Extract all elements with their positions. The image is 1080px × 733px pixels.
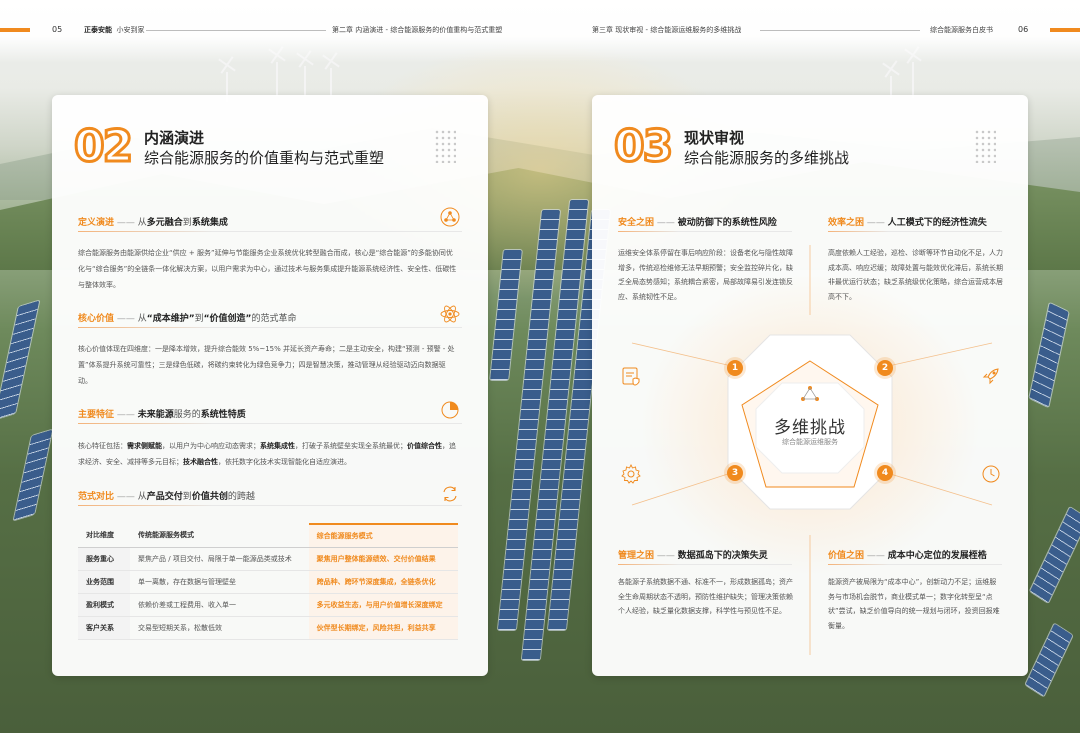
table-cell: 客户关系: [78, 616, 130, 640]
section-subtitle: 综合能源服务的多维挑战: [684, 149, 850, 167]
section-card-03: 03 现状审视 综合能源服务的多维挑战 多维挑战 综合能源运维服务 1 2 3 …: [592, 95, 1028, 676]
section-title: 内涵演进: [144, 129, 205, 147]
table-row: 服务重心 聚焦产品 / 项目交付、局限于单一能源品类或技术 聚焦用户整体能源绩效…: [78, 547, 458, 571]
topic-paragraph: 核心特征包括：需求侧赋能，以用户为中心响应动态需求；系统集成性，打破子系统壁垒实…: [78, 442, 456, 466]
table-row: 客户关系 交易型短期关系，松散低效 伙伴型长期绑定，风险共担，利益共享: [78, 616, 458, 640]
atom-icon: [440, 304, 460, 324]
table-cell: 交易型短期关系，松散低效: [130, 616, 309, 640]
table-header-row: 对比维度 传统能源服务模式 综合能源服务模式: [78, 523, 458, 548]
header-rule: [146, 30, 326, 31]
brand-name: 正泰安能 小安到家: [84, 26, 145, 34]
table-row: 盈利模式 依赖价差或工程费用、收入单一 多元收益生态，与用户价值增长深度绑定: [78, 593, 458, 617]
page-header: 05 正泰安能 小安到家 第二章 内涵演进 - 综合能源服务的价值重构与范式重塑…: [0, 0, 1080, 62]
quadrant-paragraph: 高度依赖人工经验，巡检、诊断等环节自动化不足，人力成本高、响应迟缓；故障处置与能…: [828, 249, 1003, 301]
left-chapter-label: 第二章 内涵演进 - 综合能源服务的价值重构与范式重塑: [332, 26, 503, 34]
table-cell: 盈利模式: [78, 593, 130, 617]
solar-panel-row: [13, 429, 53, 521]
header-rule: [760, 30, 920, 31]
shield-doc-icon: [620, 365, 642, 387]
wind-turbine: [330, 68, 332, 96]
topic-heading: 范式对比 —— 从产品交付到价值共创的跨越: [78, 492, 255, 502]
diagram-center-subtitle: 综合能源运维服务: [782, 438, 838, 446]
cycle-arrows-icon: [440, 484, 460, 504]
pie-chart-icon: [440, 400, 460, 420]
section-number: 03: [612, 121, 674, 172]
quadrant-heading: 效率之困 —— 人工模式下的经济性流失: [828, 218, 987, 228]
wind-turbine: [276, 62, 278, 96]
section-number: 02: [72, 121, 134, 172]
table-row: 业务范围 单一离散，存在数据与管理壁垒 跨品种、跨环节深度集成，全链条优化: [78, 570, 458, 594]
divider: [828, 231, 1002, 232]
diagram-center-title: 多维挑战: [774, 418, 846, 438]
table-cell: 多元收益生态，与用户价值增长深度绑定: [308, 593, 458, 617]
quadrant-heading: 安全之困 —— 被动防御下的系统性风险: [618, 218, 777, 228]
solar-panel-row: [0, 300, 40, 420]
topic-paragraph: 核心价值体现在四维度：一是降本增效，提升综合能效 5%~15% 并延长资产寿命；…: [78, 345, 455, 385]
table-cell: 单一离散，存在数据与管理壁垒: [130, 570, 309, 594]
quadrant-paragraph: 运维安全体系停留在事后响应阶段：设备老化与隐性故障增多，传统巡检维修无法早期预警…: [618, 249, 793, 301]
divider: [828, 564, 1002, 565]
dot-grid-decoration: [974, 129, 996, 163]
table-cell: 服务重心: [78, 547, 130, 571]
page-number-left: 05: [52, 25, 63, 34]
table-cell: 聚焦产品 / 项目交付、局限于单一能源品类或技术: [130, 547, 309, 571]
network-icon: [440, 207, 460, 227]
column-header: 对比维度: [78, 524, 130, 548]
page-number-right: 06: [1018, 25, 1029, 34]
quadrant-badge: 1: [727, 360, 743, 376]
wind-turbine: [304, 66, 306, 96]
solar-panel-row: [1029, 302, 1069, 408]
divider: [78, 423, 462, 424]
rocket-icon: [980, 365, 1002, 387]
dot-grid-decoration: [434, 129, 456, 163]
topic-heading: 核心价值 —— 从“成本维护”到“价值创造”的范式革命: [78, 314, 297, 324]
wind-turbine: [912, 62, 914, 98]
column-header: 传统能源服务模式: [130, 524, 309, 548]
quadrant-paragraph: 各能源子系统数据不通、标准不一，形成数据孤岛；资产全生命周期状态不透明，预防性维…: [618, 578, 793, 615]
table-cell: 聚焦用户整体能源绩效、交付价值结果: [308, 547, 458, 571]
quadrant-heading: 价值之困 —— 成本中心定位的发展桎梏: [828, 551, 987, 561]
right-chapter-label: 第三章 现状审视 - 综合能源运维服务的多维挑战: [592, 26, 742, 34]
quadrant-badge: 2: [877, 360, 893, 376]
table-cell: 跨品种、跨环节深度集成，全链条优化: [308, 570, 458, 594]
divider: [78, 327, 462, 328]
quadrant-paragraph: 能源资产被局限为“成本中心”，创新动力不足；运维服务与市场机会脱节，商业模式单一…: [828, 578, 1000, 630]
clock-icon: [980, 463, 1002, 485]
section-title: 现状审视: [684, 129, 745, 147]
section-subtitle: 综合能源服务的价值重构与范式重塑: [144, 149, 385, 167]
document-title: 综合能源服务白皮书: [930, 26, 993, 34]
quadrant-badge: 3: [727, 465, 743, 481]
topic-heading: 主要特征 —— 未来能源服务的系统性特质: [78, 410, 246, 420]
solar-panel-row: [1025, 623, 1073, 697]
topic-heading: 定义演进 —— 从多元融合到系统集成: [78, 218, 228, 228]
divider: [618, 231, 792, 232]
column-header: 综合能源服务模式: [308, 523, 458, 548]
gear-icon: [620, 463, 642, 485]
divider: [618, 564, 792, 565]
quadrant-heading: 管理之困 —— 数据孤岛下的决策失灵: [618, 551, 768, 561]
header-accent-bar: [0, 28, 30, 32]
table-cell: 依赖价差或工程费用、收入单一: [130, 593, 309, 617]
divider: [78, 231, 462, 232]
header-accent-bar: [1050, 28, 1080, 32]
divider: [78, 505, 462, 506]
table-cell: 伙伴型长期绑定，风险共担，利益共享: [308, 616, 458, 640]
section-card-02: 02 内涵演进 综合能源服务的价值重构与范式重塑 定义演进 —— 从多元融合到系…: [52, 95, 488, 676]
topic-paragraph: 综合能源服务由能源供给企业“供应 + 服务”延伸与节能服务企业系统优化转型融合而…: [78, 249, 457, 289]
comparison-table: 对比维度 传统能源服务模式 综合能源服务模式 服务重心 聚焦产品 / 项目交付、…: [78, 523, 458, 640]
solar-panel-row: [1029, 507, 1080, 603]
table-cell: 业务范围: [78, 570, 130, 594]
quadrant-badge: 4: [877, 465, 893, 481]
